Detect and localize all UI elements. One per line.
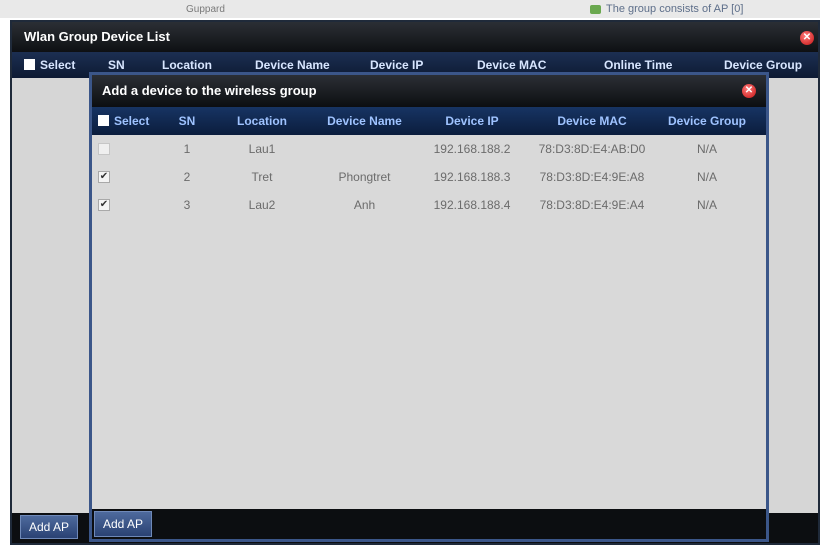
row-checkbox[interactable]: ✔ (98, 199, 110, 211)
dialog-col-device-ip: Device IP (445, 114, 499, 128)
row-sn: 3 (183, 198, 191, 212)
outer-col-device-name: Device Name (255, 58, 330, 72)
add-device-dialog: Add a device to the wireless group ✕ Sel… (89, 72, 769, 542)
dialog-col-device-mac: Device MAC (557, 114, 627, 128)
row-device-group: N/A (696, 170, 717, 184)
row-device-group: N/A (696, 142, 717, 156)
row-location: Tret (251, 170, 273, 184)
outer-select-all[interactable]: Select (24, 58, 75, 72)
dialog-col-device-group: Device Group (667, 114, 747, 128)
row-device-ip: 192.168.188.2 (433, 142, 511, 156)
dialog-select-all[interactable]: Select (98, 114, 168, 128)
row-checkbox[interactable]: ✔ (98, 171, 110, 183)
dialog-col-sn: SN (178, 114, 196, 128)
outer-col-device-group: Device Group (724, 58, 803, 72)
outer-close-icon[interactable]: ✕ (800, 31, 814, 45)
background-guard-text: Guppard (186, 4, 225, 15)
row-device-mac: 78:D3:8D:E4:9E:A4 (539, 198, 645, 212)
outer-title: Wlan Group Device List (24, 29, 170, 44)
dialog-title: Add a device to the wireless group (102, 83, 317, 98)
outer-title-bar: Wlan Group Device List (12, 22, 818, 52)
row-device-mac: 78:D3:8D:E4:9E:A8 (539, 170, 645, 184)
dialog-col-select: Select (114, 114, 150, 128)
row-device-group: N/A (696, 198, 717, 212)
outer-col-device-ip: Device IP (370, 58, 424, 72)
row-device-mac: 78:D3:8D:E4:AB:D0 (538, 142, 646, 156)
dialog-col-location: Location (237, 114, 287, 128)
outer-col-online-time: Online Time (604, 58, 673, 72)
row-sn: 2 (183, 170, 191, 184)
row-device-name: Phongtret (338, 170, 391, 184)
background-group-note: The group consists of AP [0] (590, 3, 743, 15)
table-row[interactable]: 1 Lau1 192.168.188.2 78:D3:8D:E4:AB:D0 N… (92, 135, 766, 163)
row-checkbox[interactable] (98, 143, 110, 155)
row-device-name: Anh (353, 198, 376, 212)
dialog-col-device-name: Device Name (327, 114, 402, 128)
row-device-ip: 192.168.188.3 (433, 170, 511, 184)
checkbox-icon[interactable] (24, 59, 35, 70)
dialog-add-ap-button[interactable]: Add AP (94, 511, 153, 537)
row-sn: 1 (183, 142, 191, 156)
row-location: Lau1 (248, 142, 276, 156)
dialog-column-header: Select SN Location Device Name Device IP… (92, 107, 766, 135)
background-note-text: The group consists of AP [0] (606, 3, 744, 15)
dialog-close-icon[interactable]: ✕ (742, 84, 756, 98)
dialog-title-bar: Add a device to the wireless group (92, 75, 766, 107)
table-row[interactable]: ✔ 2 Tret Phongtret 192.168.188.3 78:D3:8… (92, 163, 766, 191)
outer-col-device-mac: Device MAC (477, 58, 547, 72)
outer-col-location: Location (162, 58, 212, 72)
table-row[interactable]: ✔ 3 Lau2 Anh 192.168.188.4 78:D3:8D:E4:9… (92, 191, 766, 219)
plus-icon (590, 4, 601, 14)
row-location: Lau2 (248, 198, 276, 212)
outer-add-ap-button[interactable]: Add AP (20, 515, 79, 539)
dialog-footer: Add AP (92, 509, 766, 539)
row-device-ip: 192.168.188.4 (433, 198, 511, 212)
outer-col-select: Select (40, 58, 76, 72)
checkbox-icon[interactable] (98, 115, 109, 126)
outer-col-sn: SN (108, 58, 125, 72)
